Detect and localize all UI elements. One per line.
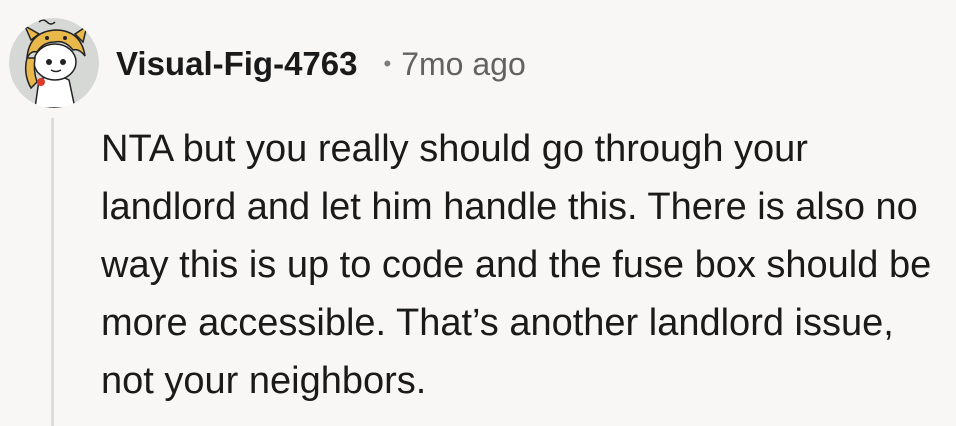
comment-timestamp[interactable]: 7mo ago xyxy=(401,46,526,83)
author-username[interactable]: Visual-Fig-4763 xyxy=(116,45,358,83)
snoo-avatar-icon xyxy=(9,18,99,108)
meta-separator: • xyxy=(383,51,392,76)
avatar[interactable] xyxy=(9,18,99,108)
thread-line[interactable] xyxy=(51,118,54,426)
comment-header: Visual-Fig-4763 • 7mo ago xyxy=(116,38,526,90)
comment: Visual-Fig-4763 • 7mo ago NTA but you re… xyxy=(0,0,956,426)
comment-body: NTA but you really should go through you… xyxy=(101,128,932,402)
